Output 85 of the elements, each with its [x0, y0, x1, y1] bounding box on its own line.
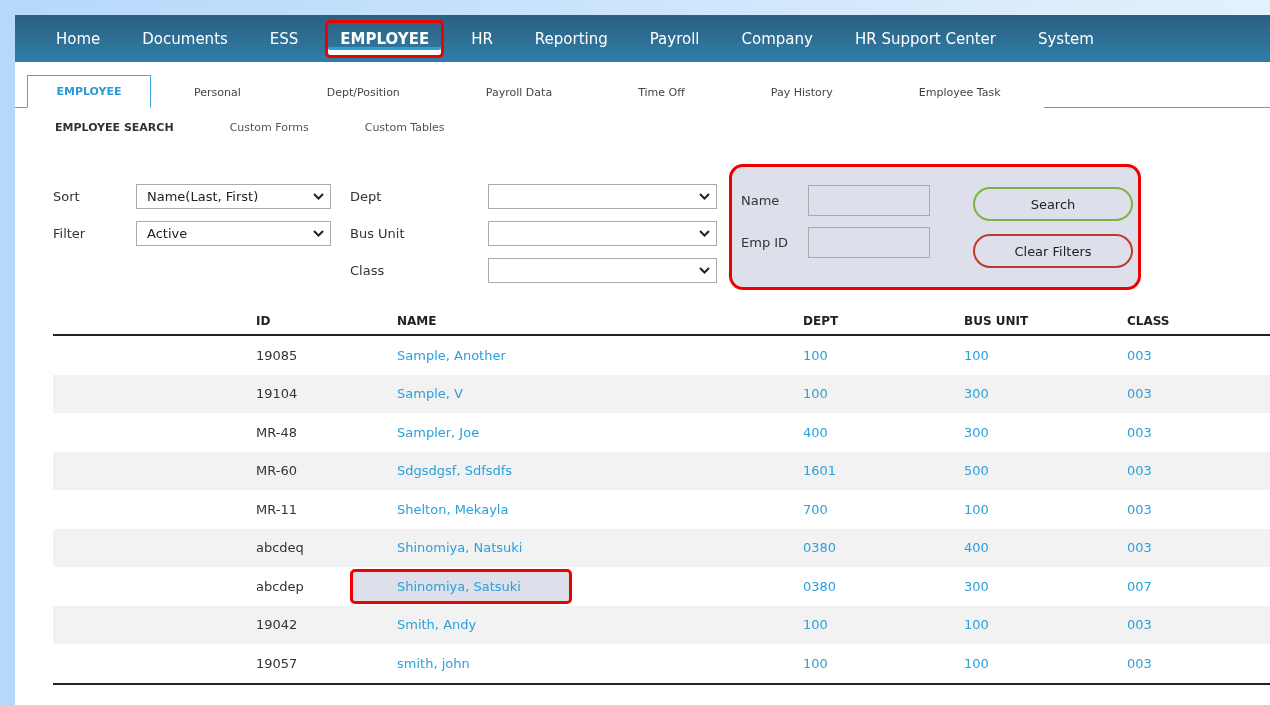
cell-link[interactable]: 400	[964, 540, 989, 556]
cell-link[interactable]: 100	[964, 347, 989, 363]
chevron-down-icon	[699, 267, 710, 274]
employee-name-link[interactable]: Smith, Andy	[350, 607, 572, 643]
employee-name-link[interactable]: Sdgsdgsf, Sdfsdfs	[350, 453, 572, 489]
cell-link[interactable]: 003	[1127, 540, 1152, 556]
sub-tab[interactable]: EMPLOYEE SEARCH	[55, 121, 174, 134]
cell-link[interactable]: 400	[803, 424, 828, 440]
cell-link[interactable]: 1601	[803, 463, 837, 479]
input-field[interactable]	[808, 227, 930, 258]
employee-name-link[interactable]: Shinomiya, Natsuki	[350, 530, 572, 566]
nav-item[interactable]: HR Support Center	[839, 19, 1011, 58]
dropdown[interactable]: Active	[136, 221, 331, 246]
cell-link[interactable]: 003	[1127, 501, 1152, 517]
column-header: DEPT	[803, 314, 840, 328]
employee-name-link[interactable]: Shelton, Mekayla	[350, 491, 572, 527]
employee-name-link[interactable]: Sampler, Joe	[350, 414, 572, 450]
table-cell-text: MR-11	[256, 501, 298, 517]
cell-link[interactable]: 100	[803, 347, 828, 363]
chevron-down-icon	[313, 230, 324, 237]
dropdown[interactable]	[488, 221, 717, 246]
cell-link[interactable]: 0380	[803, 540, 837, 556]
dropdown[interactable]	[488, 258, 717, 283]
nav-item[interactable]: Payroll	[634, 19, 715, 58]
table-cell-text: MR-60	[256, 463, 298, 479]
field-label: Sort	[53, 189, 81, 204]
employee-name-link[interactable]: Sample, V	[350, 376, 572, 412]
field-label: Emp ID	[741, 235, 790, 250]
cell-link[interactable]: 003	[1127, 424, 1152, 440]
cell-link[interactable]: 100	[964, 617, 989, 633]
table-cell-text: 19042	[256, 617, 299, 633]
cell-link[interactable]: 003	[1127, 347, 1152, 363]
table-cell-text: 19085	[256, 347, 299, 363]
field-label: Dept	[350, 189, 383, 204]
sub-tab[interactable]: Custom Forms	[229, 121, 309, 134]
table-cell-text: 19057	[256, 655, 299, 671]
field-label: Class	[350, 263, 386, 278]
cell-link[interactable]: 100	[964, 655, 989, 671]
nav-item[interactable]: Home	[41, 19, 116, 58]
chevron-down-icon	[699, 193, 710, 200]
sub-tab[interactable]: Custom Tables	[364, 121, 445, 134]
table-cell-text: abcdeq	[256, 540, 305, 556]
table-cell-text: 19104	[256, 386, 299, 402]
nav-item[interactable]: Documents	[127, 19, 243, 58]
dropdown[interactable]: Name(Last, First)	[136, 184, 331, 209]
cell-link[interactable]: 300	[964, 578, 989, 594]
employee-name-link[interactable]: Shinomiya, Satsuki	[350, 568, 572, 604]
table-cell-text: abcdep	[256, 578, 305, 594]
column-header: NAME	[397, 314, 438, 328]
dropdown[interactable]	[488, 184, 717, 209]
table-cell-text: MR-48	[256, 424, 298, 440]
column-header: BUS UNIT	[964, 314, 1030, 328]
column-header: CLASS	[1127, 314, 1171, 328]
field-label: Filter	[53, 226, 87, 241]
nav-item[interactable]: Company	[726, 19, 828, 58]
employee-name-link[interactable]: smith, john	[350, 645, 572, 681]
filter-button[interactable]: Clear Filters	[973, 234, 1133, 268]
filter-button[interactable]: Search	[973, 187, 1133, 221]
employee-name-link[interactable]: Sample, Another	[350, 337, 572, 373]
column-header: ID	[256, 314, 272, 328]
field-label: Name	[741, 193, 781, 208]
cell-link[interactable]: 003	[1127, 655, 1152, 671]
nav-item[interactable]: Reporting	[519, 19, 623, 58]
nav-item[interactable]: ESS	[254, 19, 314, 58]
cell-link[interactable]: 300	[964, 386, 989, 402]
cell-link[interactable]: 003	[1127, 386, 1152, 402]
chevron-down-icon	[313, 193, 324, 200]
cell-link[interactable]: 700	[803, 501, 828, 517]
cell-link[interactable]: 100	[803, 617, 828, 633]
cell-link[interactable]: 100	[803, 655, 828, 671]
cell-link[interactable]: 003	[1127, 617, 1152, 633]
input-field[interactable]	[808, 185, 930, 216]
field-label: Bus Unit	[350, 226, 406, 241]
cell-link[interactable]: 100	[803, 386, 828, 402]
cell-link[interactable]: 100	[964, 501, 989, 517]
cell-link[interactable]: 300	[964, 424, 989, 440]
cell-link[interactable]: 0380	[803, 578, 837, 594]
tab[interactable]: EMPLOYEE	[27, 75, 151, 108]
cell-link[interactable]: 003	[1127, 463, 1152, 479]
cell-link[interactable]: 500	[964, 463, 989, 479]
nav-item[interactable]: EMPLOYEE	[325, 19, 445, 58]
cell-link[interactable]: 007	[1127, 578, 1152, 594]
nav-item[interactable]: System	[1022, 19, 1109, 58]
chevron-down-icon	[699, 230, 710, 237]
nav-item[interactable]: HR	[456, 19, 508, 58]
